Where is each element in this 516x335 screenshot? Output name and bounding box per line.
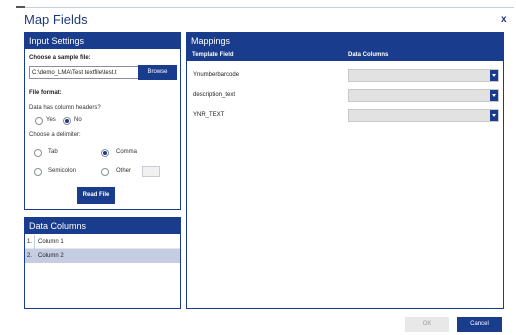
input-settings-panel: Input Settings Choose a sample file: C:\… bbox=[24, 32, 181, 210]
data-column-select[interactable] bbox=[348, 89, 499, 102]
data-column-select[interactable] bbox=[348, 109, 499, 122]
headers-no-label: No bbox=[74, 117, 82, 123]
mapping-row: YNR_TEXT bbox=[187, 107, 503, 125]
sample-file-input[interactable]: C:\demo_LMA\Test textfile\test.t bbox=[29, 66, 139, 79]
delimiter-tab-radio[interactable] bbox=[34, 149, 42, 157]
delimiter-other-label: Other bbox=[116, 168, 132, 174]
headers-yes-label: Yes bbox=[46, 117, 56, 123]
cancel-button[interactable]: Cancel bbox=[457, 317, 502, 332]
mappings-panel: Mappings Template Field Data Columns Ynu… bbox=[186, 32, 504, 309]
row-number: 2. bbox=[25, 249, 35, 263]
dialog-title: Map Fields bbox=[24, 12, 88, 27]
chevron-down-icon bbox=[490, 70, 498, 81]
template-field-name: description_text bbox=[193, 92, 236, 98]
top-tick-mark bbox=[16, 6, 25, 8]
data-columns-title: Data Columns bbox=[25, 218, 180, 234]
mapping-row: description_text bbox=[187, 87, 503, 105]
data-column-row-selected[interactable]: 2. Column 2 bbox=[25, 249, 180, 263]
data-columns-header: Data Columns bbox=[348, 52, 389, 58]
delimiter-semicolon-label: Semicolon bbox=[48, 168, 77, 174]
delimiter-comma-label: Comma bbox=[116, 149, 138, 155]
read-file-button[interactable]: Read File bbox=[77, 187, 115, 204]
close-button[interactable]: x bbox=[501, 14, 507, 25]
data-columns-panel: Data Columns 1. Column 1 2. Column 2 bbox=[24, 217, 181, 309]
delimiter-other-radio[interactable] bbox=[101, 168, 109, 176]
mappings-table-header: Template Field Data Columns bbox=[187, 49, 503, 61]
delimiter-semicolon-radio[interactable] bbox=[34, 168, 42, 176]
template-field-name: Ynumberbarcode bbox=[193, 72, 240, 78]
chevron-down-icon bbox=[490, 90, 498, 101]
delimiter-tab-label: Tab bbox=[48, 149, 58, 155]
headers-no-radio[interactable] bbox=[63, 117, 71, 125]
chevron-down-icon bbox=[490, 110, 498, 121]
template-field-name: YNR_TEXT bbox=[193, 112, 225, 118]
data-column-row[interactable]: 1. Column 1 bbox=[25, 235, 180, 249]
data-column-select[interactable] bbox=[348, 69, 499, 82]
sample-file-label: Choose a sample file: bbox=[29, 55, 91, 61]
delimiter-label: Choose a delimiter: bbox=[29, 132, 81, 138]
column-name: Column 2 bbox=[38, 253, 64, 259]
row-number: 1. bbox=[25, 235, 35, 249]
column-name: Column 1 bbox=[38, 239, 64, 245]
input-settings-title: Input Settings bbox=[25, 33, 180, 49]
ok-button[interactable]: OK bbox=[405, 317, 449, 332]
other-delimiter-input[interactable] bbox=[142, 166, 160, 177]
headers-yes-radio[interactable] bbox=[35, 117, 43, 125]
mapping-row: Ynumberbarcode bbox=[187, 67, 503, 85]
mappings-title: Mappings bbox=[187, 33, 503, 49]
top-divider bbox=[16, 7, 514, 8]
browse-button[interactable]: Browse bbox=[138, 65, 177, 80]
delimiter-comma-radio[interactable] bbox=[101, 149, 109, 157]
file-format-label: File format: bbox=[29, 90, 62, 96]
headers-question-label: Data has column headers? bbox=[29, 105, 101, 111]
template-field-header: Template Field bbox=[192, 52, 234, 58]
